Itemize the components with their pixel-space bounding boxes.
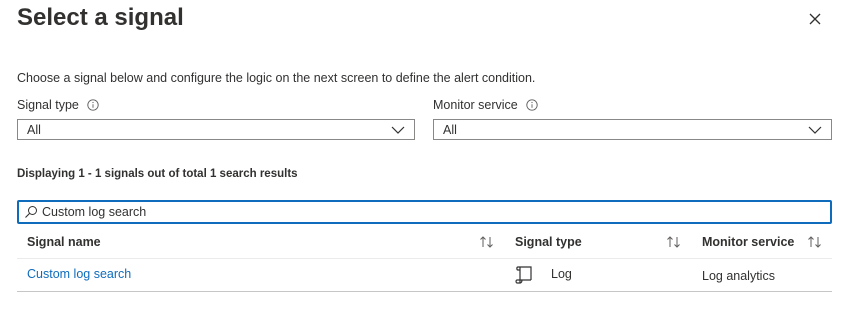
monitor-service-dropdown[interactable]: All [433, 119, 832, 140]
column-header-monitor-service[interactable]: Monitor service [702, 235, 794, 249]
close-icon[interactable] [806, 10, 824, 28]
search-value: Custom log search [42, 205, 147, 219]
search-icon [25, 206, 37, 218]
info-icon[interactable] [526, 99, 538, 111]
column-header-signal-type[interactable]: Signal type [515, 235, 582, 249]
table-row[interactable]: Custom log search Log Log analytics [17, 259, 832, 292]
monitor-service-cell: Log analytics [702, 269, 775, 283]
signal-type-cell: Log [551, 267, 572, 281]
signal-type-dropdown[interactable]: All [17, 119, 415, 140]
panel-title: Select a signal [17, 4, 184, 31]
signal-name-link[interactable]: Custom log search [27, 267, 131, 281]
log-scroll-icon [515, 266, 532, 284]
panel-description: Choose a signal below and configure the … [17, 71, 536, 85]
sort-icon[interactable] [479, 235, 495, 249]
signal-type-label-group: Signal type [17, 98, 99, 112]
search-input[interactable]: Custom log search [17, 200, 832, 224]
signal-type-value: All [27, 122, 41, 137]
sort-icon[interactable] [666, 235, 682, 249]
monitor-service-label: Monitor service [433, 98, 518, 112]
chevron-down-icon [391, 126, 405, 134]
monitor-service-value: All [443, 122, 457, 137]
info-icon[interactable] [87, 99, 99, 111]
table-header: Signal name Signal type Monitor service [17, 228, 832, 259]
sort-icon[interactable] [807, 235, 823, 249]
chevron-down-icon [808, 126, 822, 134]
monitor-service-label-group: Monitor service [433, 98, 538, 112]
results-summary: Displaying 1 - 1 signals out of total 1 … [17, 168, 298, 180]
signal-type-label: Signal type [17, 98, 79, 112]
column-header-signal-name[interactable]: Signal name [27, 235, 101, 249]
